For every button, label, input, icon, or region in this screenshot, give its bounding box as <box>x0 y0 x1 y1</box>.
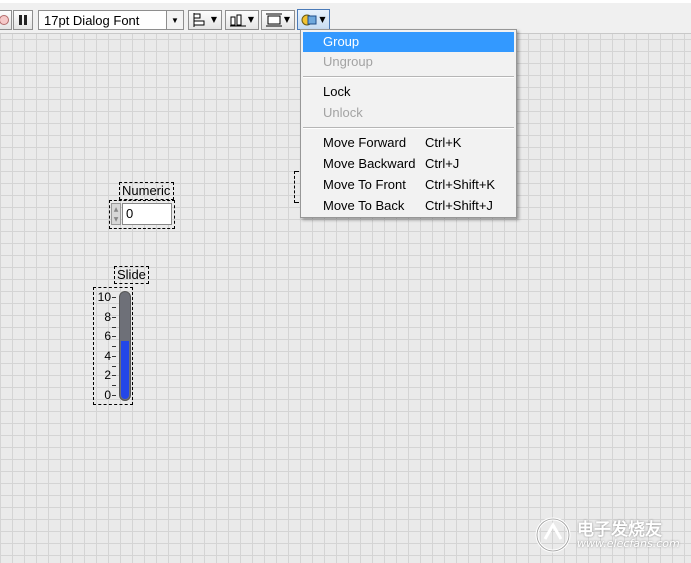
toolbar-top-strip <box>0 0 691 3</box>
slide-fill[interactable] <box>121 341 129 399</box>
watermark-url: www.elecfans.com <box>577 537 680 550</box>
resize-objects-icon <box>265 13 282 27</box>
reorder-icon <box>301 14 317 25</box>
pause-button[interactable] <box>13 10 33 30</box>
menu-separator <box>303 76 514 78</box>
slide-scale-label: 10 <box>97 290 111 304</box>
abort-icon <box>0 15 9 25</box>
menu-item-move-forward[interactable]: Move Forward Ctrl+K <box>303 133 514 153</box>
chevron-down-icon[interactable]: ▼ <box>166 11 183 29</box>
decrement-arrow-icon[interactable]: ▼ <box>114 216 119 223</box>
slide-tick <box>112 336 116 337</box>
chevron-down-icon: ▼ <box>319 14 326 24</box>
slide-tick <box>112 307 116 308</box>
slide-tick <box>112 346 116 347</box>
slide-tick <box>112 356 116 357</box>
align-objects-button[interactable]: ▼ <box>188 10 222 30</box>
pause-icon <box>19 15 27 25</box>
resize-objects-button[interactable]: ▼ <box>261 10 295 30</box>
menu-item-ungroup: Ungroup <box>323 54 373 69</box>
align-objects-icon <box>193 13 205 27</box>
slide-label[interactable]: Slide <box>114 266 149 284</box>
numeric-increment-decrement[interactable]: ▲ ▼ <box>111 203 121 225</box>
slide-tick <box>112 385 116 386</box>
selected-object-edge[interactable] <box>294 171 299 203</box>
menu-item-move-to-front[interactable]: Move To Front Ctrl+Shift+K <box>303 175 514 195</box>
font-ring-value: 17pt Dialog Font <box>44 12 140 28</box>
reorder-menu: Group Ungroup Lock Unlock Move Forward C… <box>300 29 517 218</box>
abort-button[interactable] <box>0 10 12 30</box>
menu-item-move-backward[interactable]: Move Backward Ctrl+J <box>303 154 514 174</box>
reorder-button[interactable]: ▼ <box>297 9 330 30</box>
menu-item-group[interactable]: Group <box>303 32 514 52</box>
slide-scale-label: 0 <box>104 388 111 402</box>
slide-tick <box>112 375 116 376</box>
distribute-objects-button[interactable]: ▼ <box>225 10 259 30</box>
menu-separator <box>303 127 514 129</box>
distribute-objects-icon <box>229 14 246 27</box>
menu-item-move-to-back[interactable]: Move To Back Ctrl+Shift+J <box>303 196 514 216</box>
increment-arrow-icon[interactable]: ▲ <box>114 206 119 213</box>
numeric-label[interactable]: Numeric <box>119 182 174 200</box>
slide-scale-label: 6 <box>104 329 111 343</box>
slide-tick <box>112 327 116 328</box>
slide-tick <box>112 366 116 367</box>
watermark: 电子发烧友 www.elecfans.com <box>533 515 683 555</box>
numeric-value-field[interactable]: 0 <box>122 203 172 225</box>
slide-scale-label: 2 <box>104 368 111 382</box>
slide-tick <box>112 297 116 298</box>
menu-item-unlock: Unlock <box>323 105 363 120</box>
text-settings-ring[interactable]: 17pt Dialog Font ▼ <box>38 10 184 30</box>
slide-scale-label: 4 <box>104 349 111 363</box>
chevron-down-icon: ▼ <box>247 15 255 24</box>
slide-scale-label: 8 <box>104 310 111 324</box>
slide-tick <box>112 317 116 318</box>
slide-tick <box>112 395 116 396</box>
watermark-logo-icon <box>535 517 571 553</box>
menu-item-lock[interactable]: Lock <box>303 82 514 102</box>
chevron-down-icon: ▼ <box>210 15 218 24</box>
chevron-down-icon: ▼ <box>283 15 291 24</box>
